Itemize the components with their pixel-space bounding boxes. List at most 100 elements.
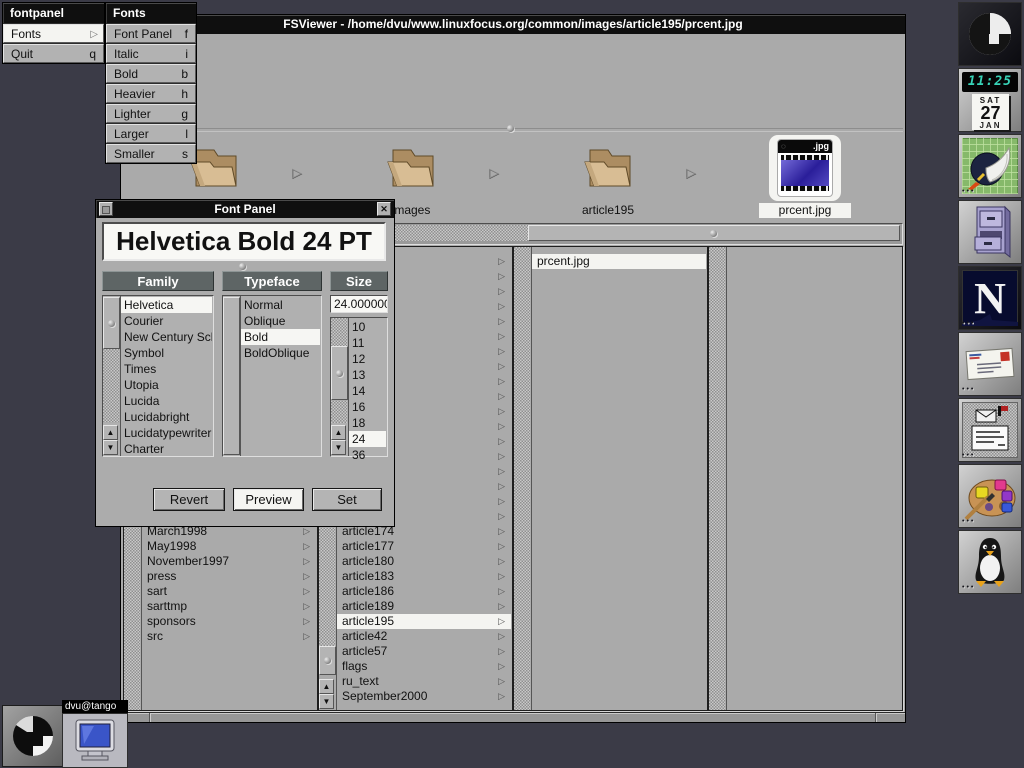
menu-item-quit[interactable]: Quitq [3, 44, 104, 63]
browser-row[interactable]: prcent.jpg [532, 254, 706, 269]
menu-item-larger[interactable]: Largerl [106, 124, 196, 143]
menu-item-lighter[interactable]: Lighterg [106, 104, 196, 123]
dock-tile-globe-quill[interactable]: ••• [958, 134, 1022, 198]
size-item[interactable]: 14 [349, 383, 386, 399]
browser-row[interactable]: September2000▷ [337, 689, 511, 704]
scroll-up-icon[interactable]: ▲ [331, 425, 346, 440]
size-item[interactable]: 13 [349, 367, 386, 383]
window-titlebar[interactable]: FSViewer - /home/dvu/www.linuxfocus.org/… [121, 15, 905, 34]
family-item[interactable]: Lucidatypewriter [121, 425, 212, 441]
menu-item-fonts[interactable]: Fonts▷ [3, 24, 104, 43]
browser-row[interactable]: article57▷ [337, 644, 511, 659]
browser-row[interactable]: src▷ [142, 629, 316, 644]
branch-arrow-icon: ▷ [303, 584, 310, 599]
browser-row[interactable]: ru_text▷ [337, 674, 511, 689]
shelf-item-prcent.jpg[interactable]: ◌.jpg prcent.jpg [745, 135, 865, 231]
hscroll-knob[interactable] [528, 225, 900, 241]
browser-row[interactable]: article186▷ [337, 584, 511, 599]
dock-tile-clock-calendar[interactable]: 11:25 SAT 27 JAN [958, 68, 1022, 132]
window-resize-bar[interactable] [121, 712, 905, 722]
size-item[interactable]: 36 [349, 447, 386, 463]
size-scrollbar[interactable]: ▲ ▼ [331, 318, 349, 456]
revert-button[interactable]: Revert [153, 488, 225, 511]
browser-row-label: ru_text [342, 674, 379, 688]
menu-title[interactable]: Fonts [106, 3, 196, 23]
menu-item-heavier[interactable]: Heavierh [106, 84, 196, 103]
browser-row[interactable]: flags▷ [337, 659, 511, 674]
font-panel-titlebar[interactable]: Font Panel [96, 200, 394, 218]
size-item[interactable]: 12 [349, 351, 386, 367]
browser-row[interactable]: article42▷ [337, 629, 511, 644]
browser-row[interactable]: article195▷ [337, 614, 511, 629]
gnustep-logo-appicon[interactable] [2, 705, 64, 767]
size-item[interactable]: 18 [349, 415, 386, 431]
browser-row[interactable]: sart▷ [142, 584, 316, 599]
size-item[interactable]: 24 [349, 431, 386, 447]
browser-row[interactable]: article180▷ [337, 554, 511, 569]
menu-item-smaller[interactable]: Smallers [106, 144, 196, 163]
miniaturize-button[interactable] [99, 202, 113, 216]
shelf-resize-dimple[interactable] [507, 125, 514, 132]
menu-item-font-panel[interactable]: Font Panelf [106, 24, 196, 43]
scroll-up-icon[interactable]: ▲ [319, 679, 334, 694]
scroll-down-icon[interactable]: ▼ [103, 440, 118, 455]
dock-tile-file-cabinet[interactable] [958, 200, 1022, 264]
browser-row[interactable]: article177▷ [337, 539, 511, 554]
family-item[interactable]: Helvetica [121, 297, 212, 313]
family-scrollbar[interactable]: ▲ ▼ [103, 296, 121, 456]
dock-tile-mail-envelope[interactable]: ••• [958, 332, 1022, 396]
shelf-item-article195[interactable]: article195 [548, 135, 668, 231]
mail-envelope-icon [963, 344, 1017, 384]
preview-button[interactable]: Preview [233, 488, 304, 511]
family-item[interactable]: Charter [121, 441, 212, 457]
typeface-item[interactable]: BoldOblique [241, 345, 320, 361]
family-item[interactable]: New Century Schoolbook [121, 329, 212, 345]
family-item[interactable]: Lucidabright [121, 409, 212, 425]
browser-row[interactable]: November1997▷ [142, 554, 316, 569]
family-item[interactable]: Courier [121, 313, 212, 329]
dock-tile-netscape[interactable]: N ••• [958, 266, 1022, 330]
typeface-item[interactable]: Bold [241, 329, 320, 345]
scroll-down-icon[interactable]: ▼ [331, 440, 346, 455]
dock-tile-paint-palette[interactable]: ••• [958, 464, 1022, 528]
size-item[interactable]: 16 [349, 399, 386, 415]
family-item[interactable]: Times [121, 361, 212, 377]
browser-row[interactable]: article189▷ [337, 599, 511, 614]
size-item[interactable]: 11 [349, 335, 386, 351]
scroll-knob[interactable] [319, 646, 336, 675]
dock-tile-penguin[interactable]: ••• [958, 530, 1022, 594]
scroll-up-icon[interactable]: ▲ [103, 425, 118, 440]
terminal-appicon[interactable] [62, 713, 128, 768]
size-item[interactable]: 10 [349, 319, 386, 335]
typeface-item[interactable]: Oblique [241, 313, 320, 329]
column-scrollbar[interactable] [514, 247, 532, 710]
branch-arrow-icon: ▷ [498, 374, 505, 389]
typeface-scrollbar[interactable] [223, 296, 241, 456]
menu-item-italic[interactable]: Italici [106, 44, 196, 63]
scroll-down-icon[interactable]: ▼ [319, 694, 334, 709]
scroll-knob[interactable] [331, 346, 348, 400]
set-button[interactable]: Set [312, 488, 382, 511]
scroll-knob[interactable] [103, 297, 120, 349]
browser-row[interactable]: sarttmp▷ [142, 599, 316, 614]
scroll-track[interactable] [103, 349, 120, 423]
size-header: Size [330, 271, 388, 291]
browser-row[interactable]: sponsors▷ [142, 614, 316, 629]
dock-tile-mailbox-note[interactable]: ••• [958, 398, 1022, 462]
column-scrollbar[interactable] [709, 247, 727, 710]
scroll-knob[interactable] [223, 297, 240, 455]
menu-title[interactable]: fontpanel [3, 3, 104, 23]
family-item[interactable]: Lucida [121, 393, 212, 409]
browser-row[interactable]: article183▷ [337, 569, 511, 584]
typeface-item[interactable]: Normal [241, 297, 320, 313]
family-item[interactable]: Utopia [121, 377, 212, 393]
browser-row[interactable]: May1998▷ [142, 539, 316, 554]
menu-item-bold[interactable]: Boldb [106, 64, 196, 83]
size-field[interactable]: 24.000000 [330, 295, 388, 313]
family-item[interactable]: Symbol [121, 345, 212, 361]
browser-row-label: article195 [342, 614, 394, 628]
close-icon[interactable]: ✕ [377, 202, 391, 216]
browser-row[interactable]: press▷ [142, 569, 316, 584]
hscroll-dimple [710, 230, 717, 237]
dock-tile-window-maker-logo[interactable] [958, 2, 1022, 66]
